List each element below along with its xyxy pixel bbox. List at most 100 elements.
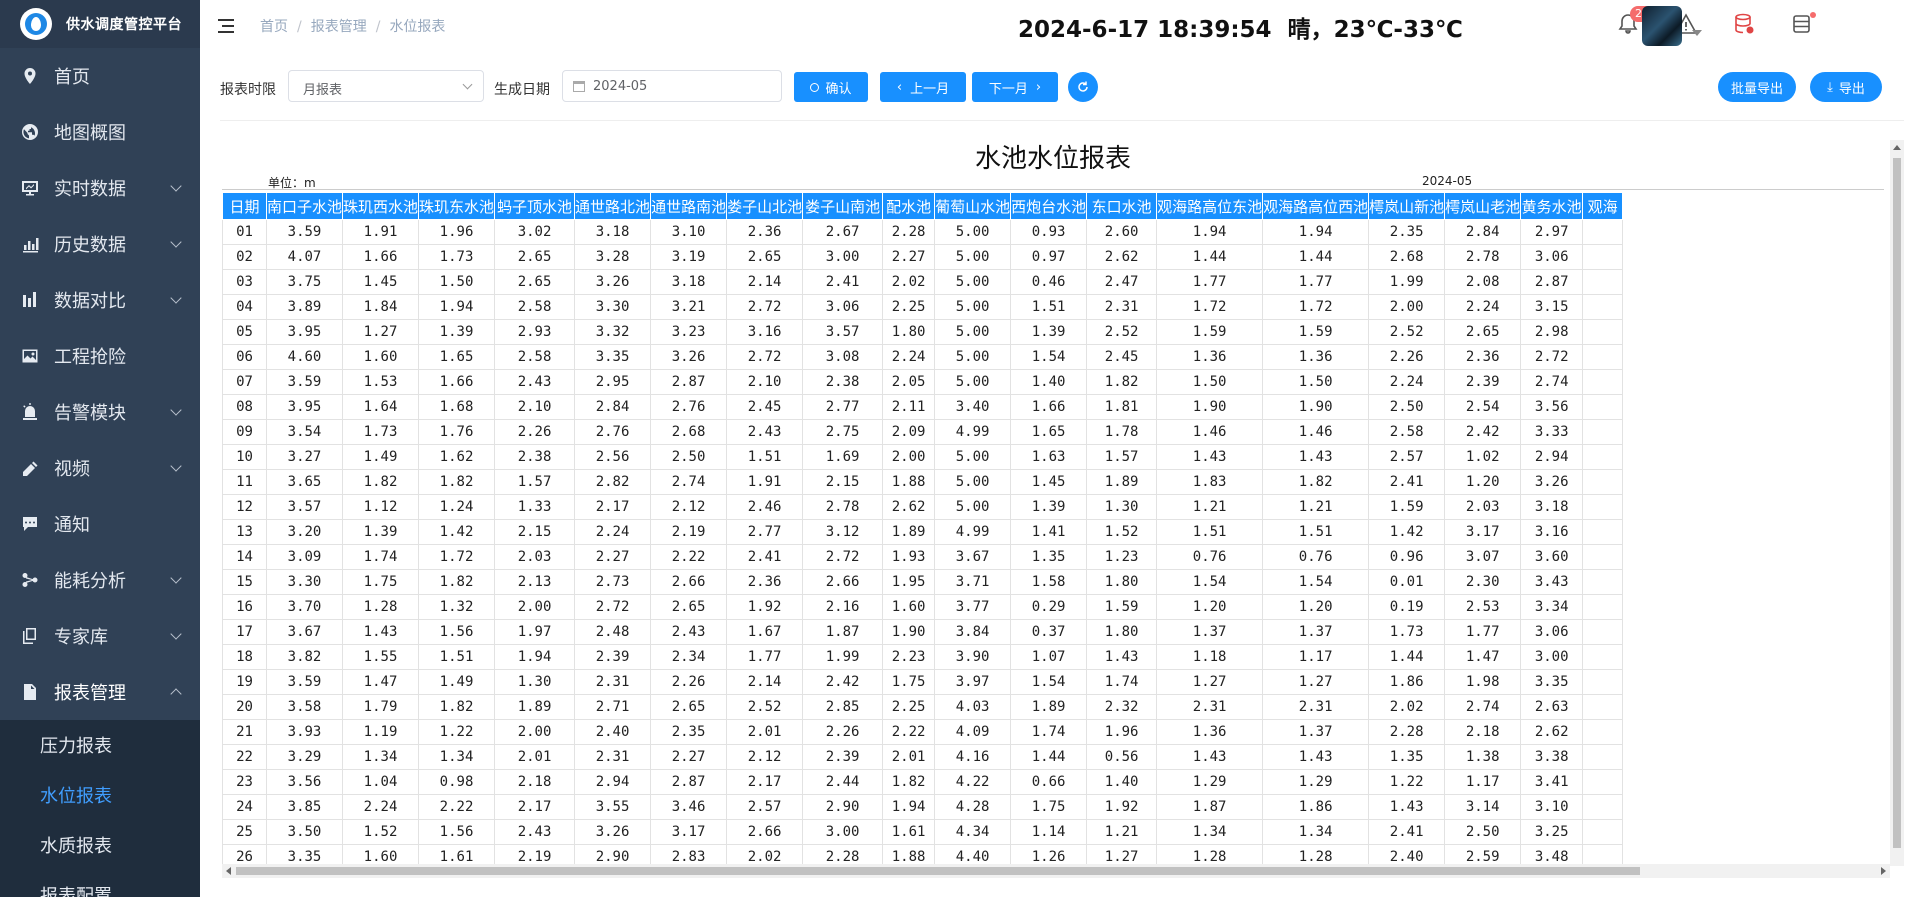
level-cell: 5.00 bbox=[934, 494, 1012, 520]
level-cell: 1.87 bbox=[802, 619, 884, 645]
level-cell: 2.65 bbox=[650, 594, 728, 620]
vertical-scroll-thumb[interactable] bbox=[1893, 158, 1901, 848]
level-cell: 2.12 bbox=[726, 744, 804, 770]
sidebar-item-5[interactable]: 数据对比 bbox=[0, 272, 200, 328]
date-picker[interactable]: 2024-05 bbox=[562, 70, 782, 102]
level-cell: 1.43 bbox=[1086, 644, 1158, 670]
level-cell: 3.06 bbox=[1520, 244, 1584, 270]
level-cell: 3.16 bbox=[1520, 519, 1584, 545]
table-row: 13 3.20 1.39 1.42 2.15 2.24 2.19 2.77 3.12 1.89 4.… bbox=[222, 519, 1624, 545]
date-cell: 11 bbox=[222, 469, 267, 495]
sidebar-item-9[interactable]: 通知 bbox=[0, 496, 200, 552]
column-header[interactable]: 黄务水池 bbox=[1520, 192, 1584, 220]
column-header[interactable]: 樗岚山新池 bbox=[1368, 192, 1446, 220]
level-cell: 1.67 bbox=[726, 619, 804, 645]
level-cell: 1.37 bbox=[1262, 619, 1370, 645]
period-select[interactable]: 月报表 bbox=[288, 70, 484, 102]
column-header[interactable]: 葡萄山水池 bbox=[934, 192, 1012, 220]
level-cell: 1.64 bbox=[342, 394, 420, 420]
table-row: 15 3.30 1.75 1.82 2.13 2.73 2.66 2.36 2.66 1.95 3.… bbox=[222, 569, 1624, 595]
column-header[interactable]: 观海路高位西池 bbox=[1262, 192, 1370, 220]
level-cell: 1.27 bbox=[1262, 669, 1370, 695]
sidebar-item-11[interactable]: 专家库 bbox=[0, 608, 200, 664]
sidebar-item-1[interactable]: 首页 bbox=[0, 48, 200, 104]
next-month-button[interactable]: 下一月 › bbox=[972, 72, 1058, 102]
scroll-up-icon[interactable] bbox=[1893, 145, 1901, 150]
column-header[interactable]: 日期 bbox=[222, 192, 267, 220]
level-cell: 3.18 bbox=[574, 219, 652, 245]
level-cell: 5.00 bbox=[934, 369, 1012, 395]
database-icon[interactable] bbox=[1732, 12, 1758, 38]
logo[interactable]: 供水调度管控平台 bbox=[0, 0, 200, 48]
level-cell: 2.00 bbox=[494, 594, 576, 620]
submenu-item-4[interactable]: 报表配置 bbox=[0, 870, 200, 897]
sidebar-item-12[interactable]: 报表管理 bbox=[0, 664, 200, 720]
column-header[interactable]: 娄子山南池 bbox=[802, 192, 884, 220]
column-header[interactable]: 东口水池 bbox=[1086, 192, 1158, 220]
column-header[interactable]: 蚂子顶水池 bbox=[494, 192, 576, 220]
column-header[interactable]: 南口子水池 bbox=[265, 192, 344, 220]
level-cell: 1.66 bbox=[418, 369, 496, 395]
level-cell: 1.51 bbox=[1262, 519, 1370, 545]
column-header[interactable]: 珠玑东水池 bbox=[418, 192, 496, 220]
table-row: 11 3.65 1.82 1.82 1.57 2.82 2.74 1.91 2.15 1.88 5.… bbox=[222, 469, 1624, 495]
level-cell: 2.00 bbox=[494, 719, 576, 745]
submenu-item-1[interactable]: 压力报表 bbox=[0, 720, 200, 770]
prev-month-button[interactable]: ‹ 上一月 bbox=[880, 72, 966, 102]
avatar-dropdown-caret-icon[interactable] bbox=[1692, 30, 1702, 36]
confirm-button[interactable]: 确认 bbox=[794, 72, 868, 102]
level-cell: 1.99 bbox=[1368, 269, 1446, 295]
batch-export-label: 批量导出 bbox=[1730, 81, 1783, 97]
level-cell: 1.68 bbox=[418, 394, 496, 420]
server-icon[interactable] bbox=[1790, 12, 1816, 38]
level-cell: 1.57 bbox=[494, 469, 576, 495]
sidebar-item-4[interactable]: 历史数据 bbox=[0, 216, 200, 272]
level-cell: 2.39 bbox=[1444, 369, 1522, 395]
column-header[interactable]: 通世路南池 bbox=[650, 192, 728, 220]
sidebar-item-3[interactable]: 实时数据 bbox=[0, 160, 200, 216]
export-button[interactable]: ⤓ 导出 bbox=[1810, 72, 1882, 102]
hamburger-icon[interactable] bbox=[218, 18, 236, 34]
vertical-scrollbar[interactable] bbox=[1890, 140, 1904, 866]
breadcrumb-home[interactable]: 首页 bbox=[260, 19, 288, 35]
submenu-item-3[interactable]: 水质报表 bbox=[0, 820, 200, 870]
column-header[interactable]: 通世路北池 bbox=[574, 192, 652, 220]
level-cell: 1.80 bbox=[1086, 619, 1158, 645]
scroll-left-icon[interactable] bbox=[226, 867, 231, 875]
horizontal-scrollbar[interactable] bbox=[222, 864, 1890, 878]
column-header[interactable]: 西炮台水池 bbox=[1010, 192, 1088, 220]
report-period: 2024-05 bbox=[1422, 174, 1473, 188]
level-cell: 2.00 bbox=[882, 444, 936, 470]
horizontal-scroll-thumb[interactable] bbox=[236, 867, 1640, 875]
alarm-icon bbox=[20, 402, 40, 422]
scroll-right-icon[interactable] bbox=[1881, 867, 1886, 875]
submenu-item-2[interactable]: 水位报表 bbox=[0, 770, 200, 820]
column-header[interactable]: 观海路高位东池 bbox=[1156, 192, 1264, 220]
level-cell: 0.19 bbox=[1368, 594, 1446, 620]
column-header[interactable]: 樗岚山老池 bbox=[1444, 192, 1522, 220]
sidebar-item-8[interactable]: 视频 bbox=[0, 440, 200, 496]
bell-icon[interactable]: 28 bbox=[1616, 6, 1654, 38]
level-cell: 2.14 bbox=[726, 269, 804, 295]
level-cell bbox=[1582, 269, 1624, 295]
sidebar-item-2[interactable]: 地图概图 bbox=[0, 104, 200, 160]
column-header[interactable]: 观海 bbox=[1582, 192, 1624, 220]
level-cell: 1.47 bbox=[342, 669, 420, 695]
batch-export-button[interactable]: 批量导出 bbox=[1718, 72, 1796, 102]
level-cell: 2.46 bbox=[726, 494, 804, 520]
breadcrumb-report-mgmt[interactable]: 报表管理 bbox=[311, 19, 367, 35]
level-cell: 1.98 bbox=[1444, 669, 1522, 695]
user-avatar[interactable] bbox=[1642, 6, 1682, 46]
column-header[interactable]: 娄子山北池 bbox=[726, 192, 804, 220]
level-cell: 1.39 bbox=[418, 319, 496, 345]
sidebar-item-7[interactable]: 告警模块 bbox=[0, 384, 200, 440]
level-cell: 3.12 bbox=[802, 519, 884, 545]
level-cell: 1.82 bbox=[1262, 469, 1370, 495]
refresh-button[interactable] bbox=[1068, 72, 1098, 102]
column-header[interactable]: 配水池 bbox=[882, 192, 936, 220]
level-cell: 2.08 bbox=[1444, 269, 1522, 295]
monitor-icon bbox=[20, 178, 40, 198]
sidebar-item-6[interactable]: 工程抢险 bbox=[0, 328, 200, 384]
column-header[interactable]: 珠玑西水池 bbox=[342, 192, 420, 220]
sidebar-item-10[interactable]: 能耗分析 bbox=[0, 552, 200, 608]
